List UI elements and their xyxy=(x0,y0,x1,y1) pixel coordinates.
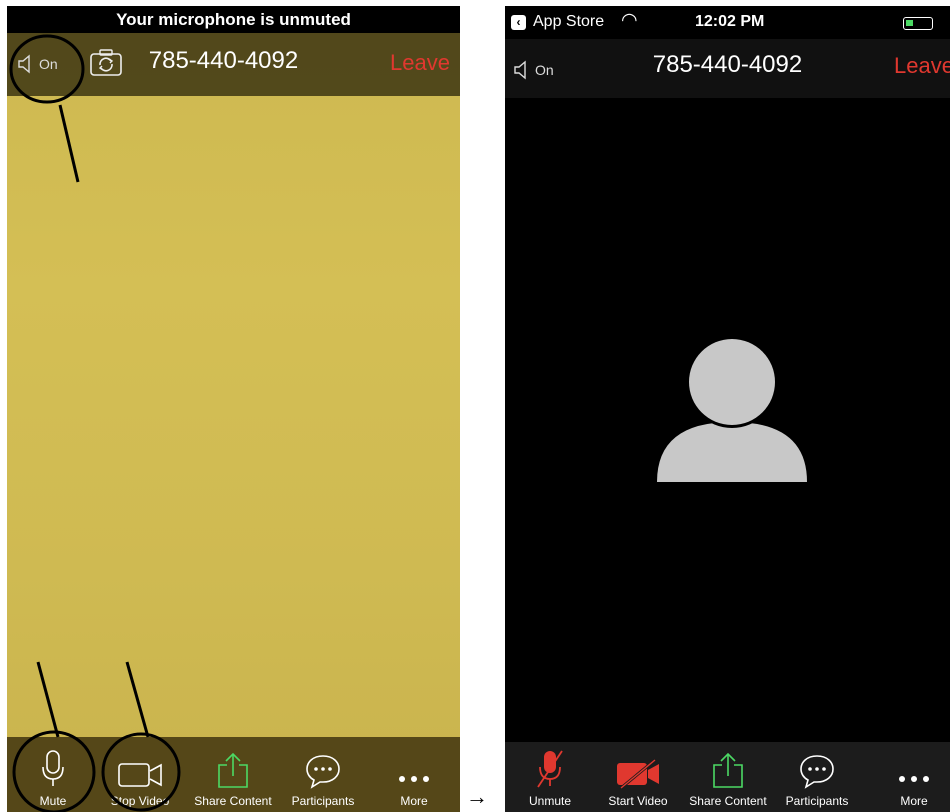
share-content-label: Share Content xyxy=(689,794,767,808)
back-chevron-icon[interactable]: ‹ xyxy=(511,15,526,30)
participants-label: Participants xyxy=(291,794,355,808)
mute-button[interactable]: Mute xyxy=(8,745,98,808)
share-content-label: Share Content xyxy=(194,794,272,808)
share-icon xyxy=(218,752,248,788)
left-phone-screen: Your microphone is unmuted On 785-440-40… xyxy=(7,6,460,812)
stop-video-label: Stop Video xyxy=(110,794,170,808)
meeting-toolbar: Mute Stop Video Share Content Participan… xyxy=(7,737,460,812)
video-camera-icon xyxy=(118,763,162,787)
ellipsis-icon xyxy=(899,776,929,782)
participants-button[interactable]: Participants xyxy=(278,745,368,808)
right-phone-screen: ‹ App Store ◠ 12:02 PM On 785-440-4092 L… xyxy=(505,6,950,812)
mute-label: Mute xyxy=(39,794,67,808)
share-content-button[interactable]: Share Content xyxy=(683,745,773,808)
unmute-button[interactable]: Unmute xyxy=(505,745,595,808)
meeting-top-bar: On 785-440-4092 Leave xyxy=(7,33,460,96)
chat-bubble-icon xyxy=(306,755,340,789)
back-to-app-link[interactable]: App Store xyxy=(533,13,604,31)
ios-status-bar: ‹ App Store ◠ 12:02 PM xyxy=(505,6,950,39)
stop-video-button[interactable]: Stop Video xyxy=(95,745,185,808)
more-label: More xyxy=(900,794,928,808)
more-button[interactable]: More xyxy=(869,745,950,808)
wifi-icon: ◠ xyxy=(621,10,638,31)
start-video-button[interactable]: Start Video xyxy=(593,745,683,808)
user-avatar-icon xyxy=(657,336,807,482)
ellipsis-icon xyxy=(399,776,429,782)
status-time: 12:02 PM xyxy=(695,13,765,30)
leave-button[interactable]: Leave xyxy=(390,50,450,76)
share-icon xyxy=(713,752,743,788)
muted-microphone-icon xyxy=(537,750,563,788)
share-content-button[interactable]: Share Content xyxy=(188,745,278,808)
start-video-label: Start Video xyxy=(608,794,668,808)
microphone-status-banner: Your microphone is unmuted xyxy=(7,6,460,33)
meeting-toolbar: Unmute Start Video Share Content Partici… xyxy=(505,742,950,812)
more-label: More xyxy=(400,794,428,808)
participants-label: Participants xyxy=(785,794,849,808)
battery-icon xyxy=(903,17,933,30)
meeting-top-bar: On 785-440-4092 Leave xyxy=(505,39,950,98)
transition-arrow: → xyxy=(466,784,488,809)
meeting-phone-number: 785-440-4092 xyxy=(652,51,803,78)
leave-button[interactable]: Leave xyxy=(894,53,950,79)
video-off-icon xyxy=(617,759,659,789)
meeting-phone-number: 785-440-4092 xyxy=(148,47,299,74)
more-button[interactable]: More xyxy=(369,745,459,808)
participants-button[interactable]: Participants xyxy=(772,745,862,808)
microphone-icon xyxy=(42,750,64,786)
unmute-label: Unmute xyxy=(528,794,572,808)
chat-bubble-icon xyxy=(800,755,834,789)
